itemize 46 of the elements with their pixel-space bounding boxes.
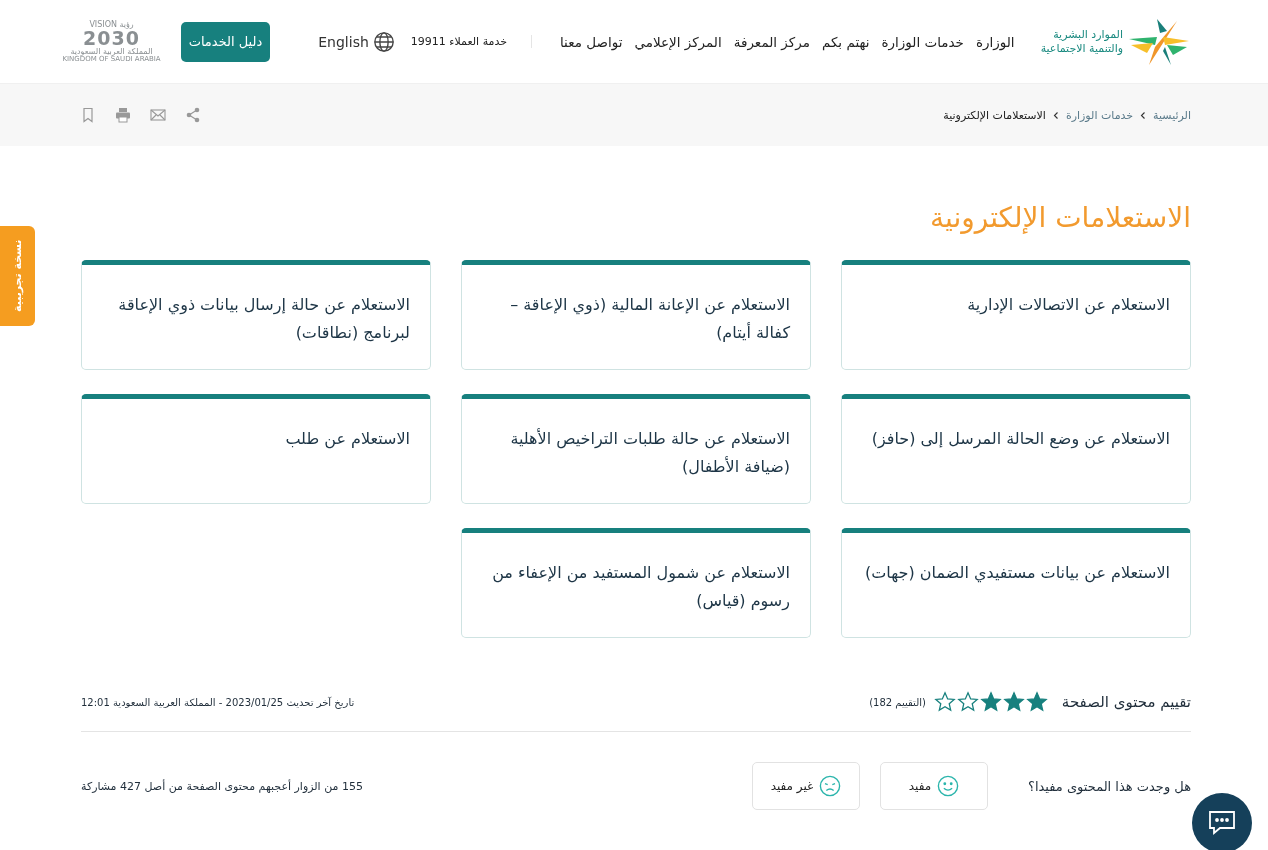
not-useful-button[interactable]: غير مفيد	[752, 762, 860, 810]
service-card[interactable]: الاستعلام عن حالة إرسال بيانات ذوي الإعاقة لبرنامج (نطاقات)	[81, 260, 431, 370]
rating-label: تقييم محتوى الصفحة	[1061, 693, 1191, 711]
breadcrumb-link[interactable]: خدمات الوزارة	[1065, 108, 1134, 122]
sad-face-icon	[819, 775, 842, 797]
globe-icon	[372, 30, 395, 53]
services-guide-button[interactable]: دليل الخدمات	[180, 21, 271, 62]
breadcrumb-link[interactable]: الاستعلامات الإلكترونية	[943, 108, 1046, 122]
service-card[interactable]: الاستعلام عن الاتصالات الإدارية	[841, 260, 1191, 370]
star-icon[interactable]	[1025, 691, 1048, 713]
chevron-icon	[1052, 110, 1059, 120]
useful-button[interactable]: مفيد	[880, 762, 988, 810]
language-label: English	[318, 33, 369, 50]
page-title: الاستعلامات الإلكترونية	[928, 200, 1191, 236]
breadcrumb-link[interactable]: الرئيسية	[1153, 108, 1191, 122]
star-icon[interactable]	[956, 691, 979, 713]
print-icon[interactable]	[115, 107, 131, 123]
service-card[interactable]: الاستعلام عن وضع الحالة المرسل إلى (حافز)	[841, 394, 1191, 504]
smiley-icon	[937, 775, 960, 797]
nav-link[interactable]: المركز الإعلامي	[634, 33, 722, 50]
service-card[interactable]: الاستعلام عن بيانات مستفيدي الضمان (جهات)	[841, 528, 1191, 638]
chat-button[interactable]	[1192, 793, 1252, 850]
share-icon[interactable]	[185, 107, 201, 123]
nav-link[interactable]: نهتم بكم	[821, 33, 870, 50]
last-updated-text: تاريخ آخر تحديث 2023/01/25 - المملكة العربية السعودية 12:01	[81, 696, 355, 708]
feedback-summary: 155 من الزوار أعجبهم محتوى الصفحة من أصل 427 مشاركة	[81, 779, 363, 793]
feedback-question: هل وجدت هذا المحتوى مفيدا؟	[1028, 778, 1191, 794]
language-link[interactable]: English	[318, 30, 395, 53]
nav-link[interactable]: الوزارة	[975, 33, 1015, 50]
service-card[interactable]: الاستعلام عن الإعانة المالية (ذوي الإعاقة – كفالة أيتام)	[461, 260, 811, 370]
ministry-name: الموارد البشرية والتنمية الاجتماعية	[1040, 27, 1123, 56]
mail-icon[interactable]	[150, 107, 166, 123]
service-card[interactable]: الاستعلام عن حالة طلبات التراخيص الأهلية (ضيافة الأطفال)	[461, 394, 811, 504]
rating-count: (التقييم 182)	[869, 696, 926, 708]
chat-icon	[1208, 810, 1236, 836]
chevron-icon	[1140, 110, 1147, 120]
star-icon[interactable]	[979, 691, 1002, 713]
nav-link[interactable]: مركز المعرفة	[733, 33, 810, 50]
bookmark-icon[interactable]	[80, 107, 96, 123]
star-icon[interactable]	[933, 691, 956, 713]
star-icon[interactable]	[1002, 691, 1025, 713]
nav-link[interactable]: خدمات الوزارة	[881, 33, 964, 50]
service-card[interactable]: الاستعلام عن طلب	[81, 394, 431, 504]
nav-link[interactable]: تواصل معنا	[560, 33, 623, 50]
hotline-text: خدمة العملاء 19911	[410, 35, 532, 48]
service-card[interactable]: الاستعلام عن شمول المستفيد من الإعفاء من رسوم (قياس)	[461, 528, 811, 638]
